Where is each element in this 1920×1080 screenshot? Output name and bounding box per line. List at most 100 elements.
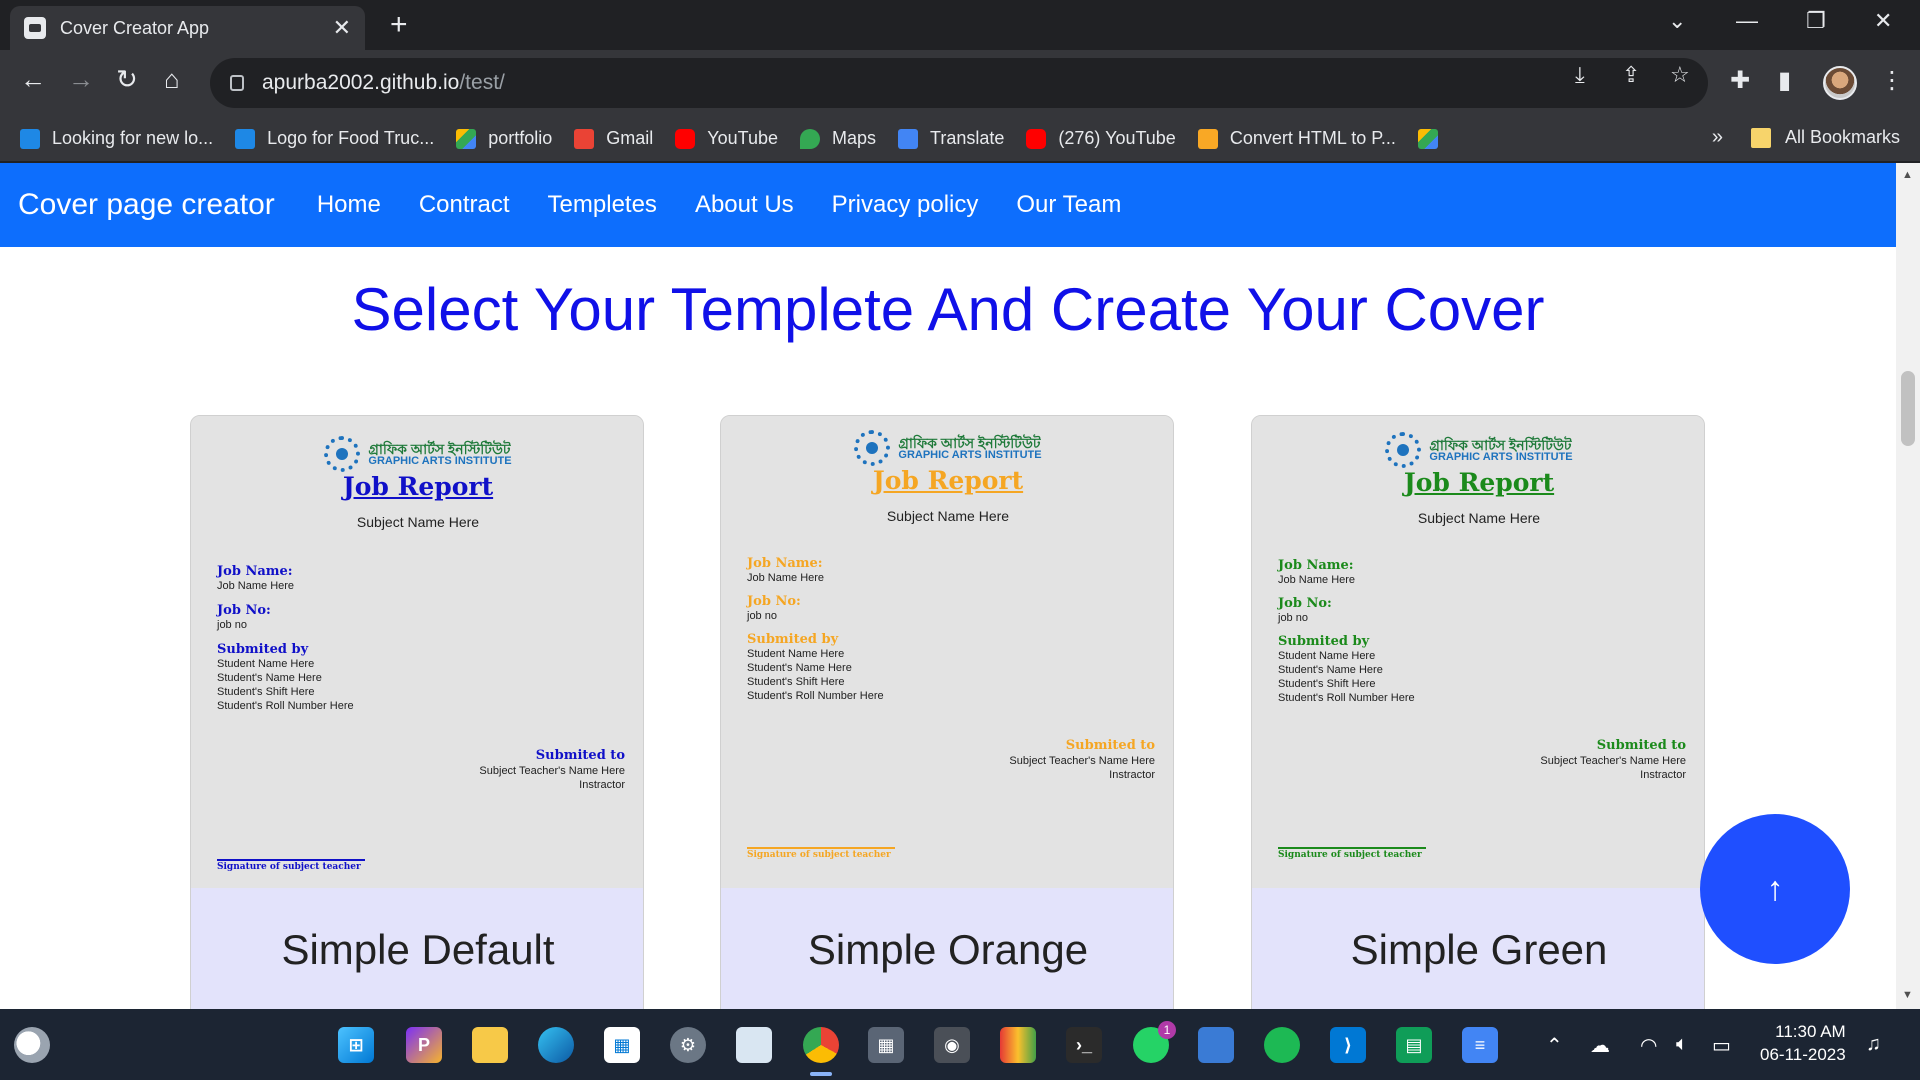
edge-icon[interactable] xyxy=(538,1027,574,1063)
address-bar[interactable]: apurba2002.github.io/test/ xyxy=(210,58,1708,108)
bookmark-item[interactable] xyxy=(1417,128,1450,149)
template-label-box[interactable]: Simple Green xyxy=(1252,888,1704,1009)
volume-icon[interactable]: 🔈︎ xyxy=(1676,1033,1688,1056)
nav-contract[interactable]: Contract xyxy=(419,191,510,219)
institute-name-bn: গ্রাফিক আর্টস ইনস্টিটিউট xyxy=(368,440,511,457)
back-arrow-icon[interactable]: ← xyxy=(20,64,46,95)
cover-preview[interactable]: গ্রাফিক আর্টস ইনস্টিটিউট GRAPHIC ARTS IN… xyxy=(1252,416,1704,888)
bookmark-label: Translate xyxy=(930,128,1005,148)
bookmarks-bar: Looking for new lo... Logo for Food Truc… xyxy=(0,116,1920,162)
template-card-orange[interactable]: গ্রাফিক আর্টস ইনস্টিটিউট GRAPHIC ARTS IN… xyxy=(720,415,1174,1009)
scrollbar-thumb[interactable] xyxy=(1901,371,1915,446)
onedrive-cloud-icon[interactable]: ☁ xyxy=(1590,1033,1610,1058)
restore-icon[interactable]: ❐ xyxy=(1806,8,1826,34)
share-icon[interactable]: ⇪ xyxy=(1622,62,1640,88)
battery-icon[interactable]: ▭ xyxy=(1712,1033,1731,1058)
control-panel-icon[interactable] xyxy=(1198,1027,1234,1063)
scroll-to-top-button[interactable]: ↑ xyxy=(1700,814,1850,964)
camera-icon[interactable]: ◉ xyxy=(934,1027,970,1063)
scroll-down-icon[interactable]: ▼ xyxy=(1902,989,1913,1001)
start-windows-icon[interactable]: ⊞ xyxy=(338,1027,374,1063)
cover-preview[interactable]: গ্রাফিক আর্টস ইনস্টিটিউট GRAPHIC ARTS IN… xyxy=(191,416,643,888)
calculator-icon[interactable]: ▦ xyxy=(868,1027,904,1063)
close-window-icon[interactable]: ✕ xyxy=(1874,8,1892,34)
gear-logo-icon xyxy=(854,430,891,466)
browser-tab[interactable]: Cover Creator App ✕ xyxy=(10,6,365,50)
bookmark-item[interactable]: Maps xyxy=(800,128,876,149)
install-app-icon[interactable]: ⤓ xyxy=(1575,62,1585,88)
profile-avatar[interactable] xyxy=(1823,66,1857,100)
scroll-up-icon[interactable]: ▲ xyxy=(1902,169,1913,181)
submitted-by-label: Submited by xyxy=(747,632,839,647)
wifi-icon[interactable]: ◠ xyxy=(1640,1033,1657,1058)
nav-templetes[interactable]: Templetes xyxy=(548,191,657,219)
nav-our-team[interactable]: Our Team xyxy=(1016,191,1121,219)
cover-subject: Subject Name Here xyxy=(886,508,1010,524)
terminal-icon[interactable]: ›_ xyxy=(1066,1027,1102,1063)
all-bookmarks-link[interactable]: All Bookmarks xyxy=(1785,127,1900,148)
tab-title: Cover Creator App xyxy=(60,17,210,38)
bookmark-item[interactable]: (276) YouTube xyxy=(1026,128,1176,149)
job-no-value: job no xyxy=(217,619,247,631)
home-icon[interactable]: ⌂ xyxy=(164,64,180,95)
job-name-label: Job Name: xyxy=(747,556,823,571)
bookmark-item[interactable]: portfolio xyxy=(456,128,552,149)
site-favicon-icon xyxy=(24,17,46,39)
notification-bell-icon[interactable]: ♫ xyxy=(1866,1033,1881,1056)
side-panel-icon[interactable]: ▮ xyxy=(1778,66,1791,95)
spotify-icon[interactable] xyxy=(1264,1027,1300,1063)
close-tab-icon[interactable]: ✕ xyxy=(333,15,351,41)
tab-search-icon[interactable]: ⌄ xyxy=(1668,8,1686,34)
extensions-icon[interactable]: ✚ xyxy=(1730,66,1750,95)
template-name: Simple Orange xyxy=(807,926,1089,973)
template-card-green[interactable]: গ্রাফিক আর্টস ইনস্টিটিউট GRAPHIC ARTS IN… xyxy=(1251,415,1705,1009)
site-brand[interactable]: Cover page creator xyxy=(18,188,275,222)
bookmark-item[interactable]: Gmail xyxy=(574,128,653,149)
bookmark-label: portfolio xyxy=(488,128,553,148)
cover-preview[interactable]: গ্রাফিক আর্টস ইনস্টিটিউট GRAPHIC ARTS IN… xyxy=(721,416,1173,888)
copilot-pre-icon[interactable]: P xyxy=(406,1027,442,1063)
menu-kebab-icon[interactable]: ⋮ xyxy=(1880,66,1904,95)
windows-taskbar: ⊞ P ▦ ⚙ ▦ ◉ ›_ 1 ⟩ ▤ ≡ ⌃ ☁ ◠ 🔈︎ ▭ 11:30 … xyxy=(0,1009,1920,1080)
bookmark-star-icon[interactable]: ☆ xyxy=(1670,62,1690,88)
submitted-to-label: Submited to xyxy=(1596,738,1686,753)
forward-arrow-icon[interactable]: → xyxy=(68,64,94,95)
bookmark-item[interactable]: Translate xyxy=(898,128,1004,149)
template-card-default[interactable]: গ্রাফিক আর্টস ইনস্টিটিউট GRAPHIC ARTS IN… xyxy=(190,415,644,1009)
chevron-up-icon[interactable]: ⌃ xyxy=(1546,1033,1563,1058)
more-bookmarks-icon[interactable]: » xyxy=(1712,126,1723,149)
bookmark-item[interactable]: Looking for new lo... xyxy=(20,128,213,149)
bookmark-label: (276) YouTube xyxy=(1058,128,1176,148)
chrome-icon[interactable] xyxy=(803,1027,839,1063)
submitted-to-label: Submited to xyxy=(1065,738,1155,753)
bookmark-item[interactable]: YouTube xyxy=(675,128,778,149)
bookmark-item[interactable]: Logo for Food Truc... xyxy=(235,128,434,149)
minimize-icon[interactable]: — xyxy=(1736,8,1758,34)
template-label-box[interactable]: Simple Default xyxy=(191,888,643,1009)
bookmark-item[interactable]: Convert HTML to P... xyxy=(1197,128,1396,149)
signature-line: Signature of subject teacher xyxy=(217,859,365,872)
photos-icon[interactable] xyxy=(736,1027,772,1063)
weather-icon[interactable] xyxy=(14,1027,50,1063)
system-clock[interactable]: 11:30 AM 06-11-2023 xyxy=(1760,1021,1846,1067)
store-icon[interactable]: ▦ xyxy=(604,1027,640,1063)
cover-title: Job Report xyxy=(1403,468,1555,497)
cover-subject: Subject Name Here xyxy=(356,514,480,530)
template-label-box[interactable]: Simple Orange xyxy=(721,888,1173,1009)
file-explorer-icon[interactable] xyxy=(472,1027,508,1063)
student-name-2: Student's Name Here xyxy=(1278,664,1383,676)
new-tab-icon[interactable]: + xyxy=(390,8,408,42)
page-scrollbar[interactable]: ▲ ▼ xyxy=(1896,163,1920,1009)
vscode-icon[interactable]: ⟩ xyxy=(1330,1027,1366,1063)
translate-icon xyxy=(898,128,919,149)
paint-icon[interactable] xyxy=(1000,1027,1036,1063)
reload-icon[interactable]: ↻ xyxy=(116,64,138,95)
docs-icon[interactable]: ≡ xyxy=(1462,1027,1498,1063)
institute-name-en: GRAPHIC ARTS INSTITUTE xyxy=(898,448,1042,461)
sheets-icon[interactable]: ▤ xyxy=(1396,1027,1432,1063)
nav-home[interactable]: Home xyxy=(317,191,381,219)
job-no-value: job no xyxy=(747,610,777,622)
settings-gear-icon[interactable]: ⚙ xyxy=(670,1027,706,1063)
nav-privacy-policy[interactable]: Privacy policy xyxy=(832,191,979,219)
nav-about-us[interactable]: About Us xyxy=(695,191,794,219)
